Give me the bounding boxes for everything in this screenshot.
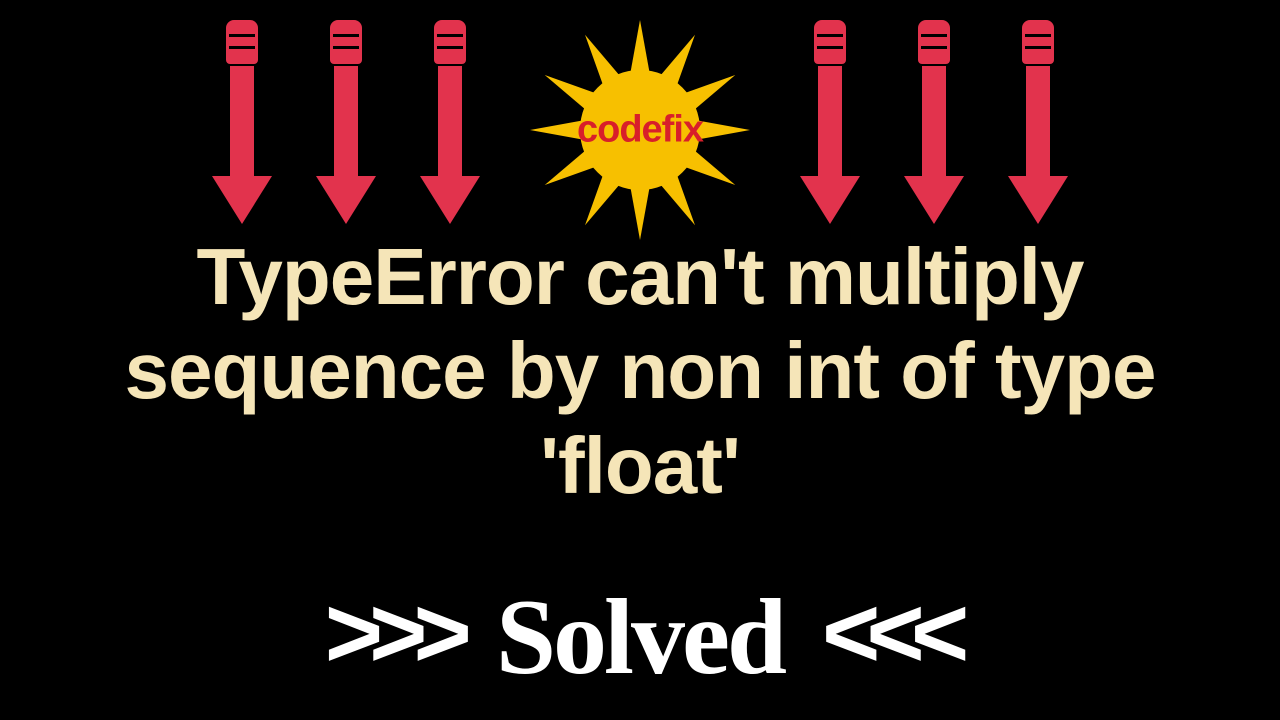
arrow-group-left: [218, 20, 474, 230]
badge-label: codefix: [577, 109, 703, 152]
codefix-badge: codefix: [530, 30, 750, 230]
down-arrow-icon: [426, 20, 474, 230]
down-arrow-icon: [322, 20, 370, 230]
solved-right-arrows: <<<: [822, 577, 955, 689]
arrow-group-right: [806, 20, 1062, 230]
down-arrow-icon: [218, 20, 266, 230]
solved-label: Solved: [496, 584, 784, 692]
solved-left-arrows: >>>: [325, 577, 458, 689]
error-message-title: TypeError can't multiply sequence by non…: [0, 230, 1280, 513]
down-arrow-icon: [910, 20, 958, 230]
down-arrow-icon: [1014, 20, 1062, 230]
top-arrows-row: codefix: [0, 20, 1280, 230]
solved-banner: >>> Solved <<<: [0, 583, 1280, 692]
down-arrow-icon: [806, 20, 854, 230]
